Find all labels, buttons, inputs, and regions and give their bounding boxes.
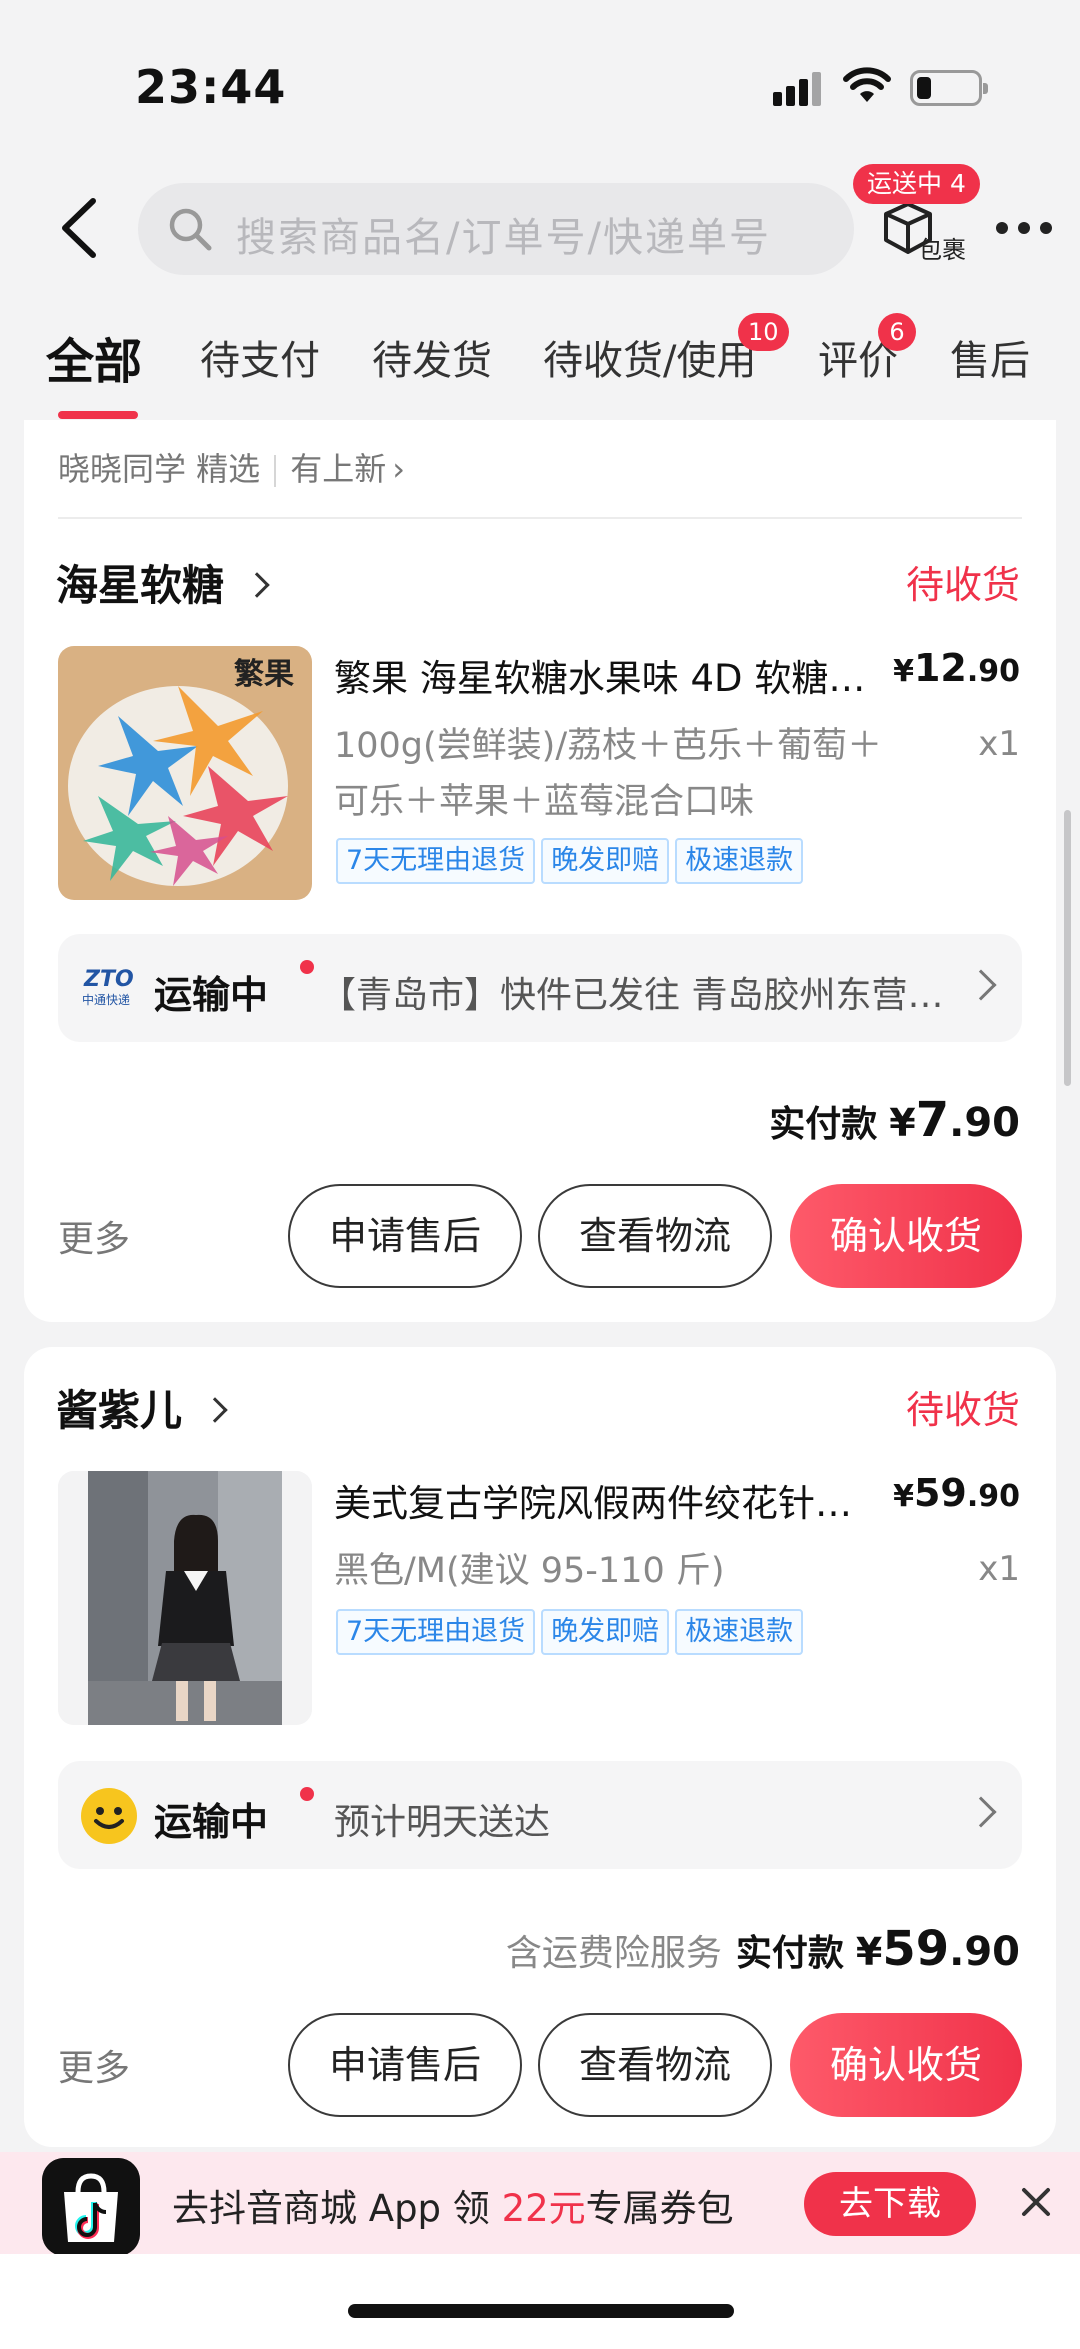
yunda-express-logo: [81, 1788, 137, 1844]
product-spec: 100g(尝鲜装)/荔枝＋芭乐＋葡萄＋可乐＋苹果＋蓝莓混合口味: [334, 726, 883, 822]
shop-name[interactable]: 海星软糖: [56, 552, 270, 613]
more-actions-link[interactable]: 更多: [58, 1210, 130, 1262]
status-bar: 23:44: [0, 0, 1080, 175]
product-image[interactable]: [58, 1471, 312, 1725]
cellular-signal-icon: [773, 70, 825, 106]
banner-text: 去抖音商城 App 领 22元专属券包: [172, 2187, 734, 2230]
product-title[interactable]: 繁果 海星软糖水果味 4D 软糖 4D软糖水果味: [334, 648, 874, 702]
tag-fast-refund: 极速退款: [675, 838, 804, 884]
divider: [58, 517, 1022, 519]
back-arrow-icon[interactable]: [55, 195, 101, 261]
package-label[interactable]: 包裹: [918, 230, 966, 265]
service-tags: 7天无理由退货 晚发即赔 极速退款: [336, 838, 809, 886]
tab-badge-review: 6: [878, 313, 916, 351]
amount-paid: 实付款 ¥7.90: [769, 1092, 1020, 1148]
more-menu-icon[interactable]: [996, 222, 1052, 236]
curator-name: 晓晓同学 精选: [58, 450, 261, 488]
search-placeholder: 搜索商品名/订单号/快递单号: [236, 215, 771, 261]
chevron-right-icon: [202, 1396, 228, 1423]
svg-text:繁果: 繁果: [234, 657, 294, 692]
order-status: 待收货: [905, 563, 1020, 607]
apply-after-sales-button[interactable]: 申请售后: [288, 1184, 522, 1288]
product-price: ¥59.90: [893, 1471, 1020, 1515]
home-indicator[interactable]: [348, 2304, 734, 2318]
tab-pending-shipment[interactable]: 待发货: [372, 328, 492, 386]
logistics-status: 运输中: [154, 973, 269, 1017]
order-status: 待收货: [905, 1388, 1020, 1432]
close-icon[interactable]: [1016, 2182, 1056, 2222]
tag-late-compensation: 晚发即赔: [541, 838, 670, 884]
chevron-right-icon: [244, 571, 270, 598]
shipping-insurance-note: 含运费险服务: [505, 1933, 722, 1974]
order-card: 酱紫儿 待收货 美式复古学院风假两件绞花针织衫 ¥59.90 黑色/M(建议 9…: [24, 1347, 1056, 2147]
logistics-row[interactable]: 运输中 预计明天送达: [58, 1761, 1022, 1869]
coupon-amount: 22元: [501, 2187, 586, 2230]
download-button[interactable]: 去下载: [804, 2172, 976, 2236]
product-image[interactable]: 繁果: [58, 646, 312, 900]
logistics-row[interactable]: ZTO 中通快递 运输中 【青岛市】快件已发往 青岛胶州东营业部: [58, 934, 1022, 1042]
tag-return-7day: 7天无理由退货: [336, 838, 536, 884]
curator-breadcrumb[interactable]: 晓晓同学 精选 有上新 ›: [58, 444, 405, 490]
view-logistics-button[interactable]: 查看物流: [538, 1184, 772, 1288]
shop-name[interactable]: 酱紫儿: [56, 1377, 228, 1438]
zto-express-logo: ZTO 中通快递: [82, 967, 134, 1007]
wifi-icon: [843, 67, 891, 102]
battery-icon: [910, 70, 988, 106]
tag-return-7day: 7天无理由退货: [336, 1609, 536, 1655]
svg-text:中通快递: 中通快递: [82, 992, 130, 1007]
amount-paid: 含运费险服务 实付款 ¥59.90: [505, 1921, 1020, 1977]
chevron-right-icon: [965, 969, 997, 1001]
tab-badge-pending-receipt: 10: [738, 313, 789, 351]
package-badge: 运送中 4: [853, 164, 980, 204]
logistics-detail: 【青岛市】快件已发往 青岛胶州东营业部: [320, 975, 960, 1016]
more-actions-link[interactable]: 更多: [58, 2039, 130, 2091]
new-arrivals-link[interactable]: 有上新: [290, 450, 386, 488]
status-dot: [300, 1787, 314, 1801]
search-bar[interactable]: 搜索商品名/订单号/快递单号: [138, 183, 854, 275]
tag-fast-refund: 极速退款: [675, 1609, 804, 1655]
product-quantity: x1: [978, 724, 1020, 764]
view-logistics-button[interactable]: 查看物流: [538, 2013, 772, 2117]
product-quantity: x1: [978, 1549, 1020, 1589]
chevron-right-icon: ›: [392, 450, 405, 488]
home-indicator-area: [0, 2254, 1080, 2349]
product-spec: 黑色/M(建议 95-110 斤): [334, 1551, 725, 1591]
tab-after-sales[interactable]: 售后: [950, 328, 1030, 386]
tab-all[interactable]: 全部: [46, 322, 142, 392]
tab-pending-receipt[interactable]: 待收货/使用: [543, 328, 756, 386]
clock: 23:44: [135, 60, 287, 114]
product-title[interactable]: 美式复古学院风假两件绞花针织衫: [334, 1473, 874, 1527]
svg-text:ZTO: ZTO: [83, 967, 134, 992]
apply-after-sales-button[interactable]: 申请售后: [288, 2013, 522, 2117]
app-download-banner[interactable]: 去抖音商城 App 领 22元专属券包 去下载: [0, 2152, 1080, 2256]
tag-late-compensation: 晚发即赔: [541, 1609, 670, 1655]
tab-pending-payment[interactable]: 待支付: [200, 328, 320, 386]
service-tags: 7天无理由退货 晚发即赔 极速退款: [336, 1609, 809, 1657]
order-tabs: 全部 待支付 待发货 待收货/使用 10 评价 6 售后: [0, 310, 1080, 420]
scrollbar[interactable]: [1064, 810, 1071, 1086]
confirm-receipt-button[interactable]: 确认收货: [790, 1184, 1022, 1288]
confirm-receipt-button[interactable]: 确认收货: [790, 2013, 1022, 2117]
logistics-status: 运输中: [154, 1800, 269, 1844]
status-dot: [300, 960, 314, 974]
logistics-detail: 预计明天送达: [334, 1802, 551, 1843]
product-price: ¥12.90: [893, 646, 1020, 690]
search-icon: [169, 208, 212, 251]
douyin-mall-app-icon: [42, 2158, 140, 2256]
order-card: 晓晓同学 精选 有上新 › 海星软糖 待收货 繁果 繁果 海星软糖水果味 4D 软糖…: [24, 420, 1056, 1322]
active-tab-indicator: [58, 411, 138, 419]
